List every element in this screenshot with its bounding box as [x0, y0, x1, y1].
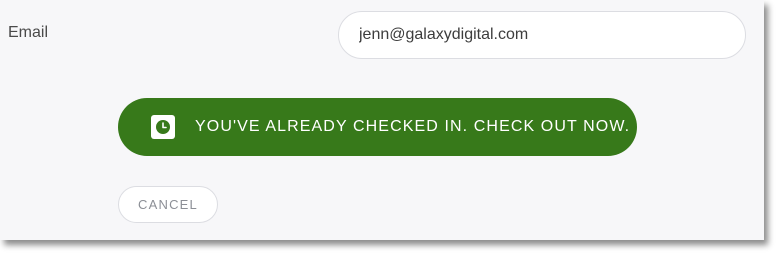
- check-out-button[interactable]: YOU'VE ALREADY CHECKED IN. CHECK OUT NOW…: [118, 98, 637, 156]
- email-field[interactable]: [338, 11, 746, 59]
- clock-icon: [151, 115, 175, 139]
- check-out-label: YOU'VE ALREADY CHECKED IN. CHECK OUT NOW…: [195, 118, 631, 135]
- email-label: Email: [8, 24, 49, 41]
- checkin-form-panel: Email YOU'VE ALREADY CHECKED IN. CHECK O…: [0, 0, 764, 240]
- cancel-button[interactable]: CANCEL: [118, 186, 218, 223]
